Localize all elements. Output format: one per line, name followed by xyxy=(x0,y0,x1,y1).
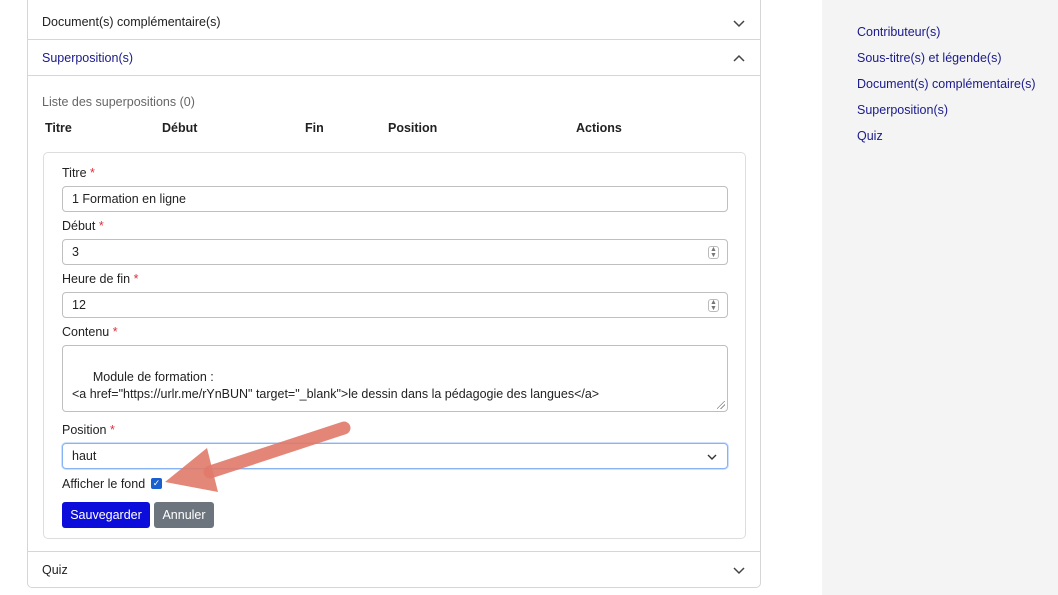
accordion-header-label: Document(s) complémentaire(s) xyxy=(42,15,221,29)
title-label: Titre * xyxy=(62,166,95,180)
chevron-down-icon xyxy=(733,567,745,575)
title-input[interactable]: 1 Formation en ligne xyxy=(62,186,728,212)
position-label: Position * xyxy=(62,423,115,437)
start-input-value: 3 xyxy=(72,245,79,259)
save-button[interactable]: Sauvegarder xyxy=(62,502,150,528)
end-label: Heure de fin * xyxy=(62,272,139,286)
column-header-end: Fin xyxy=(305,121,324,135)
show-background-label: Afficher le fond xyxy=(62,477,146,491)
title-input-value: 1 Formation en ligne xyxy=(72,192,186,206)
accordion-header-label: Superposition(s) xyxy=(42,51,134,65)
cancel-button[interactable]: Annuler xyxy=(154,502,214,528)
column-header-start: Début xyxy=(162,121,198,135)
column-header-actions: Actions xyxy=(576,121,622,135)
chevron-down-icon xyxy=(733,20,745,28)
overlay-list-label: Liste des superpositions (0) xyxy=(42,95,195,109)
position-select[interactable]: haut xyxy=(62,443,728,469)
required-mark: * xyxy=(98,219,104,233)
chevron-down-icon xyxy=(707,454,717,460)
required-mark: * xyxy=(133,272,139,286)
chevron-up-icon xyxy=(733,54,745,62)
accordion-header-quiz[interactable]: Quiz xyxy=(28,551,760,587)
accordion-header-label: Quiz xyxy=(42,562,68,577)
end-input-value: 12 xyxy=(72,298,86,312)
end-input[interactable]: 12 ▲ ▼ xyxy=(62,292,728,318)
position-select-value: haut xyxy=(72,449,97,463)
content-label: Contenu * xyxy=(62,325,118,339)
accordion: Document(s) complémentaire(s) Superposit… xyxy=(27,0,761,588)
overlay-form: Titre * 1 Formation en ligne Début * 3 ▲… xyxy=(43,152,746,539)
sidebar-item-subtitles[interactable]: Sous-titre(s) et légende(s) xyxy=(857,51,1002,65)
content-textarea[interactable]: Module de formation : <a href="https://u… xyxy=(62,345,728,412)
accordion-header-documents[interactable]: Document(s) complémentaire(s) xyxy=(28,5,760,40)
required-mark: * xyxy=(112,325,118,339)
accordion-header-superpositions[interactable]: Superposition(s) xyxy=(28,41,760,76)
sidebar-nav: Contributeur(s) Sous-titre(s) et légende… xyxy=(822,0,1058,595)
show-background-checkbox[interactable]: ✓ xyxy=(151,478,162,489)
start-input[interactable]: 3 ▲ ▼ xyxy=(62,239,728,265)
sidebar-item-contributors[interactable]: Contributeur(s) xyxy=(857,25,940,39)
column-header-title: Titre xyxy=(45,121,72,135)
required-mark: * xyxy=(90,166,95,180)
required-mark: * xyxy=(109,423,115,437)
spinner-icon[interactable]: ▲ ▼ xyxy=(708,246,719,259)
start-label: Début * xyxy=(62,219,104,233)
resize-grip-icon[interactable] xyxy=(717,401,725,409)
column-header-position: Position xyxy=(388,121,438,135)
content-textarea-value: Module de formation : <a href="https://u… xyxy=(72,370,600,401)
sidebar-item-superpositions[interactable]: Superposition(s) xyxy=(857,103,948,117)
sidebar-item-documents[interactable]: Document(s) complémentaire(s) xyxy=(857,77,1036,91)
sidebar-item-quiz[interactable]: Quiz xyxy=(857,129,883,143)
spinner-icon[interactable]: ▲ ▼ xyxy=(708,299,719,312)
